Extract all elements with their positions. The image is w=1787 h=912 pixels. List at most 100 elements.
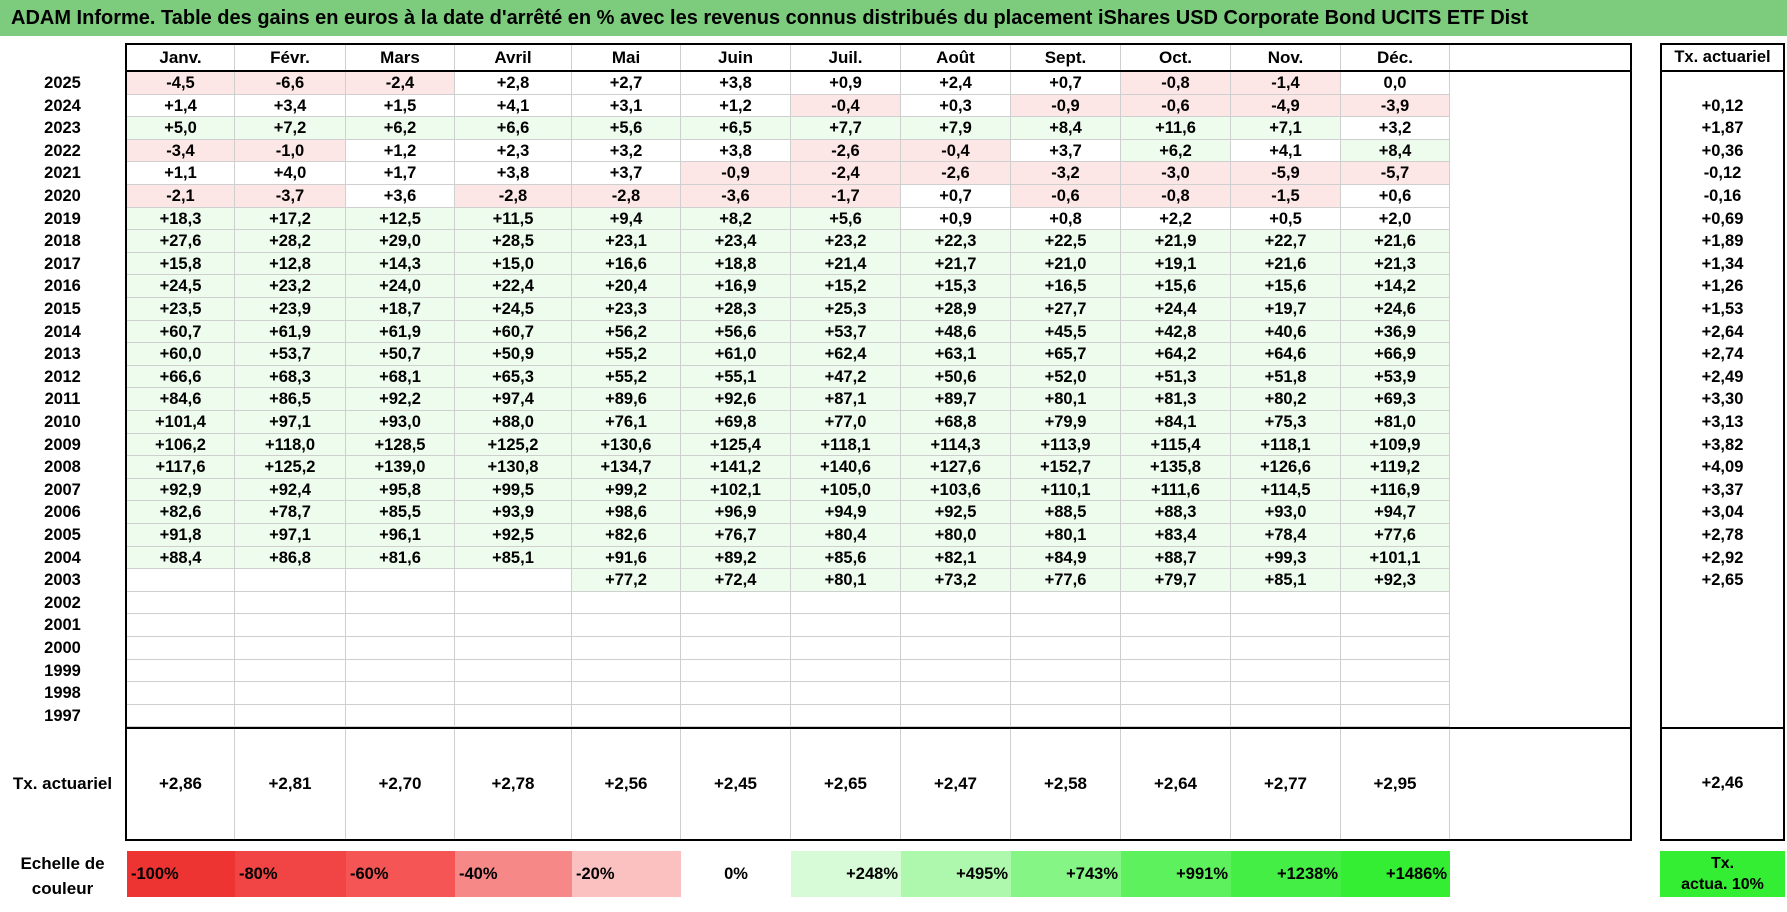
year-label: 2024 <box>44 96 81 115</box>
month-gain-cell: +3,1 <box>572 94 681 118</box>
month-gain-cell: +17,2 <box>235 207 346 231</box>
month-gain-cell: -0,9 <box>1011 94 1121 118</box>
month-gain-cell: +15,6 <box>1121 275 1231 298</box>
month-gain-cell <box>1341 704 1450 728</box>
month-gain-cell: +3,8 <box>681 139 791 163</box>
month-gain-cell: +11,5 <box>455 207 572 231</box>
month-gain-cell: +125,2 <box>455 433 572 457</box>
month-gain-cell: +68,1 <box>346 365 455 389</box>
month-gain-cell: +45,5 <box>1011 320 1121 344</box>
month-gain-cell <box>127 682 235 705</box>
month-gain-cell: -3,4 <box>127 139 235 163</box>
month-gain-cell: +7,9 <box>901 117 1011 140</box>
month-gain-cell: +109,9 <box>1341 433 1450 457</box>
month-gain-cell: +27,6 <box>127 230 235 253</box>
month-gain-cell: +89,2 <box>681 546 791 570</box>
month-gain-cell: +15,2 <box>791 275 901 298</box>
month-gain-cell: +22,5 <box>1011 230 1121 253</box>
month-gain-cell <box>455 614 572 637</box>
month-gain-cell <box>455 704 572 728</box>
month-gain-cell: +85,1 <box>1231 569 1341 592</box>
month-gain-cell: +75,3 <box>1231 411 1341 434</box>
month-gain-cell: +68,8 <box>901 411 1011 434</box>
month-gain-cell: +21,6 <box>1341 230 1450 253</box>
month-gain-cell: +50,6 <box>901 365 1011 389</box>
month-gain-cell: +80,4 <box>791 524 901 547</box>
month-gain-cell: +3,8 <box>455 162 572 185</box>
month-gain-cell <box>1121 637 1231 660</box>
month-gain-cell <box>235 614 346 637</box>
month-gain-cell: +42,8 <box>1121 320 1231 344</box>
month-header: Sept. <box>1011 45 1121 70</box>
annual-rate-cell: +0,69 <box>1701 209 1744 228</box>
annual-rate-cell: +3,04 <box>1701 503 1744 522</box>
month-gain-cell: +3,7 <box>1011 139 1121 163</box>
month-gain-cell <box>681 704 791 728</box>
month-gain-cell <box>791 614 901 637</box>
month-gain-cell: +81,0 <box>1341 411 1450 434</box>
month-gain-cell: +18,8 <box>681 252 791 276</box>
month-gain-cell: -1,7 <box>791 185 901 208</box>
month-gain-cell: +134,7 <box>572 456 681 479</box>
month-gain-cell: +0,7 <box>1011 72 1121 95</box>
month-header: Nov. <box>1231 45 1341 70</box>
month-gain-cell: +4,1 <box>455 94 572 118</box>
month-gain-cell: +5,6 <box>791 207 901 231</box>
month-gain-cell: +15,3 <box>901 275 1011 298</box>
month-gain-cell: +73,2 <box>901 569 1011 592</box>
month-gain-cell: +3,2 <box>572 139 681 163</box>
month-gain-cell <box>1011 704 1121 728</box>
month-gain-cell: +23,1 <box>572 230 681 253</box>
color-scale-swatch: +743% <box>1011 851 1121 897</box>
month-gain-cell: +1,2 <box>681 94 791 118</box>
annual-rate-cell: +3,30 <box>1701 390 1744 409</box>
month-gain-cell: +92,5 <box>455 524 572 547</box>
month-gain-cell: +3,4 <box>235 94 346 118</box>
month-gain-cell: +79,9 <box>1011 411 1121 434</box>
month-gain-cell: +1,2 <box>346 139 455 163</box>
month-gain-cell: +5,0 <box>127 117 235 140</box>
month-gain-cell: +141,2 <box>681 456 791 479</box>
month-gain-cell: +65,7 <box>1011 343 1121 366</box>
month-gain-cell: -3,6 <box>681 185 791 208</box>
year-label: 2000 <box>44 639 81 657</box>
month-gain-cell: +23,2 <box>791 230 901 253</box>
month-gain-cell: +16,9 <box>681 275 791 298</box>
month-gain-cell: +83,4 <box>1121 524 1231 547</box>
month-header: Mars <box>346 45 455 70</box>
month-gain-cell: +88,0 <box>455 411 572 434</box>
month-gain-cell: +1,1 <box>127 162 235 185</box>
month-gain-cell: 0,0 <box>1341 72 1450 95</box>
month-gain-cell: +92,4 <box>235 478 346 502</box>
month-gain-cell: +88,3 <box>1121 501 1231 524</box>
month-gain-cell: +97,1 <box>235 524 346 547</box>
year-label: 2011 <box>44 390 81 409</box>
month-gain-cell: +65,3 <box>455 365 572 389</box>
month-gain-cell: +72,4 <box>681 569 791 592</box>
month-gain-cell: +2,4 <box>901 72 1011 95</box>
annual-rate-cell: +2,49 <box>1701 367 1744 386</box>
month-gain-cell <box>681 637 791 660</box>
annual-rate-cell: +2,74 <box>1701 345 1744 364</box>
month-gain-cell <box>572 659 681 683</box>
month-gain-cell: +77,0 <box>791 411 901 434</box>
month-gain-cell: +3,2 <box>1341 117 1450 140</box>
year-label: 2005 <box>44 526 81 544</box>
month-gain-cell: +61,9 <box>346 320 455 344</box>
color-scale-swatch: +495% <box>901 851 1011 897</box>
month-gain-cell <box>791 704 901 728</box>
month-gain-cell: +77,6 <box>1011 569 1121 592</box>
month-gain-cell: +66,9 <box>1341 343 1450 366</box>
month-gain-cell: +2,3 <box>455 139 572 163</box>
month-gain-cell <box>455 637 572 660</box>
month-gain-cell: +117,6 <box>127 456 235 479</box>
color-scale-label-line2: couleur <box>31 879 94 898</box>
month-gain-cell: +66,6 <box>127 365 235 389</box>
year-label: 2001 <box>44 616 81 635</box>
month-gain-cell: +119,2 <box>1341 456 1450 479</box>
month-rate-cell: +2,64 <box>1121 729 1231 839</box>
month-gain-cell: -5,7 <box>1341 162 1450 185</box>
month-header: Juin <box>681 45 791 70</box>
month-gain-cell: +82,6 <box>572 524 681 547</box>
month-gain-cell: +118,0 <box>235 433 346 457</box>
